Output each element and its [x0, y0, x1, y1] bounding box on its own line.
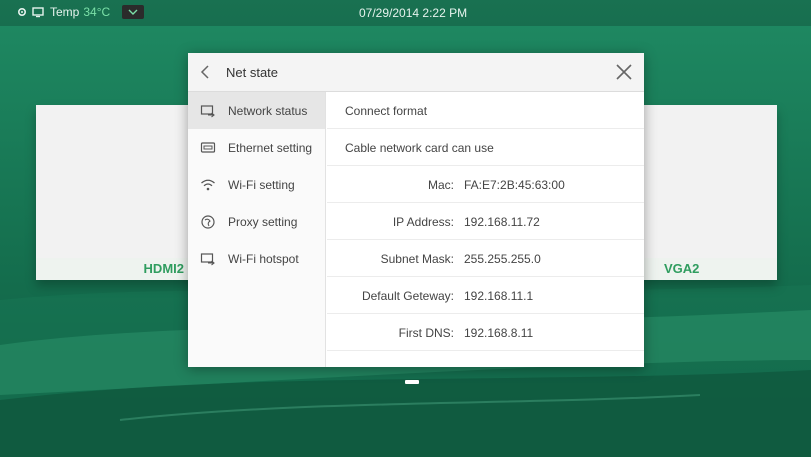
first-dns-value: 192.168.8.11 [464, 326, 534, 340]
status-left-group: Temp 34°C [16, 5, 145, 19]
first-dns-key: First DNS: [398, 326, 454, 340]
wifi-icon [201, 179, 215, 190]
second-dns-row: Second DNS: [327, 351, 644, 367]
subnet-mask-row: Subnet Mask: 255.255.255.0 [327, 240, 644, 277]
default-gateway-value: 192.168.11.1 [464, 289, 534, 303]
source-label-vga2: VGA2 [640, 258, 777, 280]
menu-item-label: Ethernet setting [228, 140, 313, 155]
menu-item-label: Wi-Fi setting [228, 177, 295, 192]
mac-value: FA:E7:2B:45:63:00 [464, 178, 565, 192]
close-button[interactable] [614, 62, 634, 82]
connection-row: Cable network card can use [327, 129, 644, 166]
source-label-hdmi2: HDMI2 [36, 258, 206, 280]
menu-item-label: Wi-Fi hotspot [228, 251, 299, 266]
menu-item-wifi-setting[interactable]: Wi-Fi setting [188, 166, 325, 203]
mac-key: Mac: [427, 178, 454, 192]
net-state-dialog: Net state Network status Ethernet settin… [188, 53, 644, 367]
status-menu-toggle[interactable] [122, 5, 145, 19]
menu-item-wifi-hotspot[interactable]: Wi-Fi hotspot [188, 240, 325, 277]
settings-menu: Network status Ethernet setting Wi-Fi se… [188, 92, 326, 367]
connect-format-label: Connect format [345, 104, 428, 118]
subnet-mask-value: 255.255.255.0 [464, 252, 541, 266]
temperature-value: 34°C [83, 5, 111, 19]
source-card-vga2[interactable]: VGA2 [640, 105, 777, 280]
source-card-hdmi2[interactable]: HDMI2 [36, 105, 206, 280]
chevron-down-icon [128, 9, 138, 15]
mac-row: Mac: FA:E7:2B:45:63:00 [327, 166, 644, 203]
subnet-mask-key: Subnet Mask: [380, 252, 454, 266]
dialog-title: Net state [226, 65, 279, 80]
temperature-label: Temp [50, 5, 80, 19]
menu-item-proxy-setting[interactable]: Proxy setting [188, 203, 325, 240]
menu-item-label: Proxy setting [228, 214, 298, 229]
dialog-header: Net state [188, 53, 644, 92]
menu-item-ethernet-setting[interactable]: Ethernet setting [188, 129, 325, 166]
datetime: 07/29/2014 2:22 PM [359, 6, 468, 20]
menu-item-label: Network status [228, 103, 308, 118]
default-gateway-key: Default Geteway: [361, 289, 454, 303]
settings-icon[interactable] [16, 6, 28, 18]
ip-address-row: IP Address: 192.168.11.72 [327, 203, 644, 240]
first-dns-row: First DNS: 192.168.8.11 [327, 314, 644, 351]
connection-status: Cable network card can use [345, 141, 494, 155]
ip-address-value: 192.168.11.72 [464, 215, 540, 229]
minimize-handle[interactable] [405, 380, 419, 384]
hotspot-icon [200, 252, 215, 265]
default-gateway-row: Default Geteway: 192.168.11.1 [327, 277, 644, 314]
proxy-icon [201, 214, 215, 229]
ethernet-icon [200, 141, 216, 153]
back-button[interactable] [196, 62, 216, 82]
network-status-panel: Connect format Cable network card can us… [327, 92, 644, 367]
menu-item-network-status[interactable]: Network status [188, 92, 325, 129]
ip-address-key: IP Address: [392, 215, 454, 229]
connect-format-row: Connect format [327, 92, 644, 129]
status-bar: Temp 34°C 07/29/2014 2:22 PM [0, 0, 811, 26]
network-status-icon [200, 104, 215, 117]
screen-icon[interactable] [32, 6, 44, 18]
